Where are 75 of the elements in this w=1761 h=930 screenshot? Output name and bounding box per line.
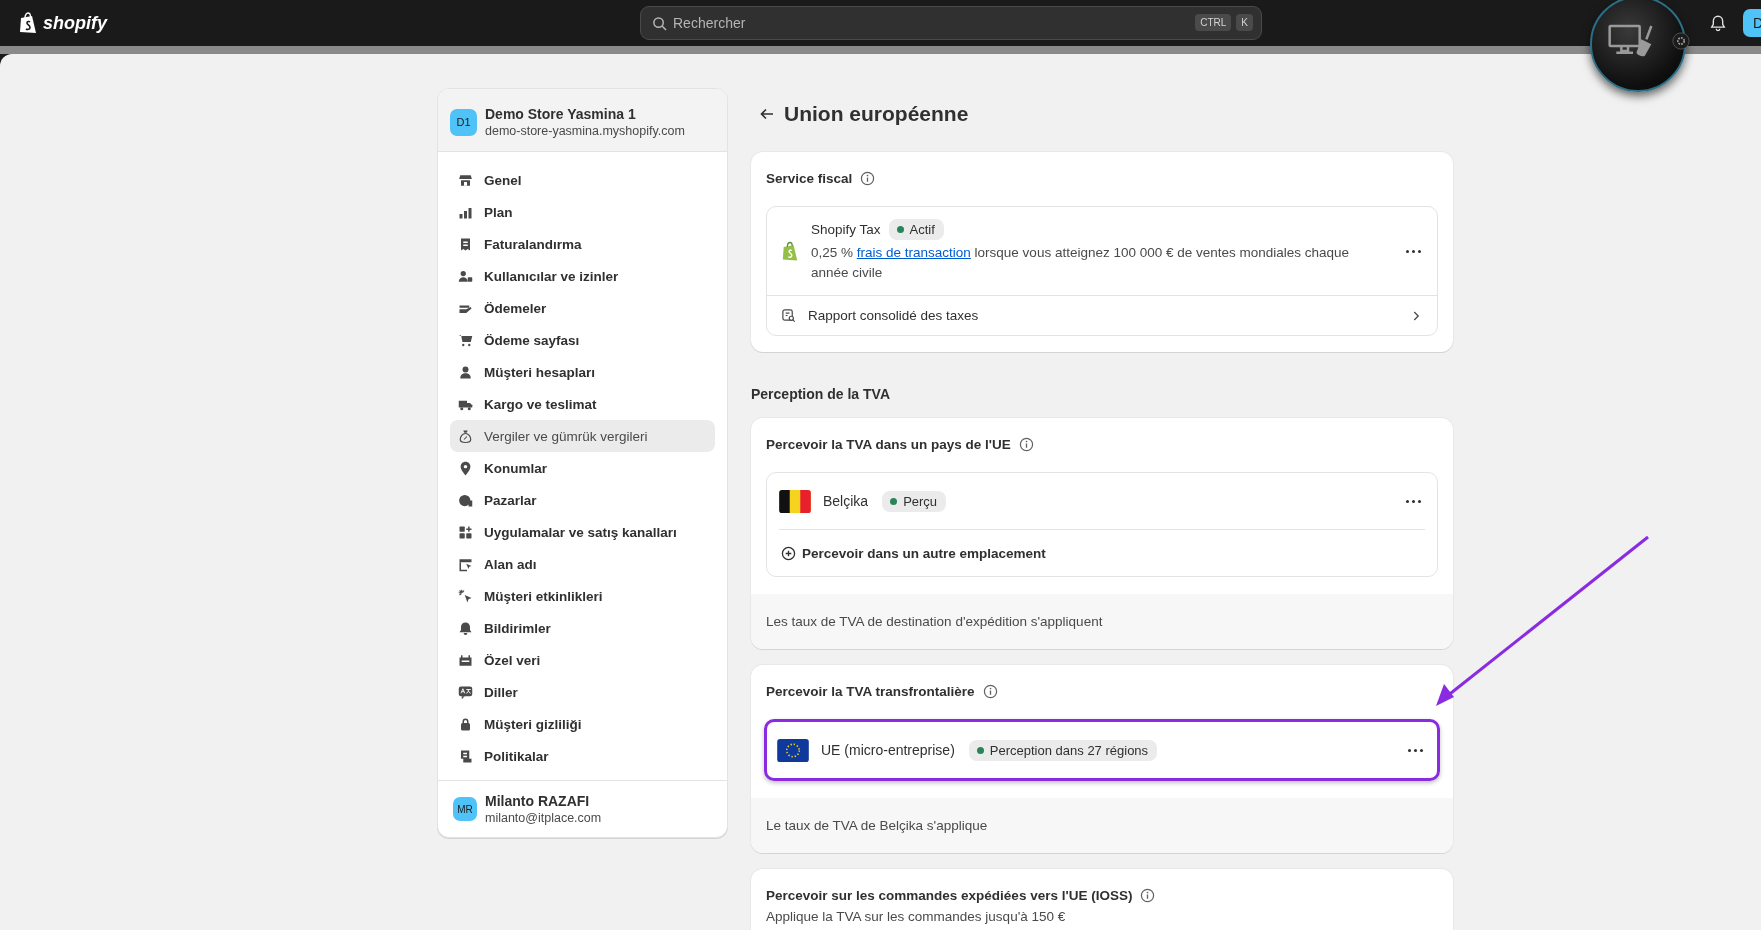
sidebar-item[interactable]: Genel — [450, 164, 715, 196]
info-icon[interactable] — [1018, 437, 1034, 452]
report-search-icon — [781, 308, 796, 323]
person-icon — [458, 364, 473, 380]
bell-icon[interactable] — [1709, 14, 1727, 32]
apps-icon — [458, 524, 473, 540]
sidebar-item[interactable]: Diller — [450, 676, 715, 708]
cursor-click-icon — [458, 588, 473, 604]
user-name[interactable]: Milanto RAZAFI — [485, 793, 602, 809]
card-title: Percevoir sur les commandes expédiées vers l'UE (IOSS) — [766, 888, 1133, 903]
region-name: UE (micro-entreprise) — [821, 742, 955, 758]
sidebar-item[interactable]: Özel veri — [450, 644, 715, 676]
fee-description: 0,25 % frais de transaction lorsque vous atteignez 100 000 € de ventes mondiales chaque année civile — [811, 244, 1351, 282]
add-location-button[interactable]: Percevoir dans un autre emplacement — [779, 529, 1425, 576]
shortcut-key: CTRL — [1195, 14, 1232, 31]
flag-icon — [777, 738, 809, 762]
sidebar-item[interactable]: Ödemeler — [450, 292, 715, 324]
cart-icon — [458, 332, 473, 348]
logo-wordmark[interactable]: shopify — [43, 12, 107, 34]
card-footer: Le taux de TVA de Belçika s'applique — [751, 798, 1453, 853]
browser-icon — [458, 556, 473, 572]
sidebar-item[interactable]: Uygulamalar ve satış kanalları — [450, 516, 715, 548]
sidebar-item[interactable]: Vergiler ve gümrük vergileri — [450, 420, 715, 452]
user-avatar: MR — [453, 797, 477, 821]
pin-icon — [458, 460, 473, 476]
user-email: milanto@itplace.com — [485, 811, 602, 825]
sidebar-item[interactable]: Plan — [450, 196, 715, 228]
shortcut-key: K — [1236, 14, 1253, 31]
sidebar-item[interactable]: Müşteri gizliliği — [450, 708, 715, 740]
sidebar-item[interactable]: Kullanıcılar ve izinler — [450, 260, 715, 292]
flag-icon — [779, 489, 811, 513]
sidebar-item[interactable]: Bildirimler — [450, 612, 715, 644]
section-heading: Perception de la TVA — [751, 386, 891, 402]
sidebar-item[interactable]: Müşteri hesapları — [450, 356, 715, 388]
data-icon — [458, 652, 473, 668]
status-badge: Perçu — [882, 490, 947, 512]
sidebar-item[interactable]: Alan adı — [450, 548, 715, 580]
shopping-bag-logo-icon — [18, 12, 38, 34]
tax-bag-icon — [458, 428, 473, 444]
report-row[interactable]: Rapport consolidé des taxes — [767, 296, 1437, 335]
card-footer: Les taux de TVA de destination d'expédition s'appliquent — [751, 594, 1453, 649]
sidebar-item[interactable]: Pazarlar — [450, 484, 715, 516]
region-name: Belçika — [823, 493, 869, 509]
gear-icon[interactable] — [1672, 32, 1690, 50]
store-avatar: D1 — [450, 108, 477, 136]
receipt-icon — [458, 236, 473, 252]
status-badge: Perception dans 27 régions — [968, 739, 1158, 761]
page-title: Union européenne — [784, 101, 969, 126]
sidebar-item[interactable]: Müşteri etkinlikleri — [450, 580, 715, 612]
info-icon[interactable] — [982, 684, 998, 699]
info-icon[interactable] — [860, 171, 876, 186]
transaction-fees-link[interactable]: frais de transaction — [856, 245, 971, 260]
users-icon — [458, 268, 473, 284]
info-icon[interactable] — [1140, 888, 1156, 903]
sidebar-item[interactable]: Konumlar — [450, 452, 715, 484]
bell-icon — [458, 620, 473, 636]
card-title: Service fiscal — [766, 171, 853, 186]
provider-name: Shopify Tax — [811, 222, 881, 237]
translate-icon — [458, 684, 473, 700]
card-title: Percevoir la TVA transfrontalière — [766, 684, 975, 699]
policy-icon — [458, 748, 473, 764]
card-title: Percevoir la TVA dans un pays de l'UE — [766, 437, 1011, 452]
store-icon — [458, 172, 473, 188]
plus-circle-icon — [781, 545, 796, 561]
sidebar-item[interactable]: Politikalar — [450, 740, 715, 772]
search-icon — [652, 16, 667, 31]
sidebar-item[interactable]: Ödeme sayfası — [450, 324, 715, 356]
store-domain: demo-store-yasmina.myshopify.com — [485, 124, 685, 138]
status-badge: Actif — [888, 219, 944, 240]
store-name[interactable]: Demo Store Yasmina 1 — [485, 106, 685, 122]
sidebar-item[interactable]: Faturalandırma — [450, 228, 715, 260]
lock-icon — [458, 716, 473, 732]
card-subtitle: Applique la TVA sur les commandes jusqu'à 150 € — [766, 909, 1067, 924]
shopping-bag-logo-icon — [781, 240, 799, 262]
sidebar-item[interactable]: Kargo ve teslimat — [450, 388, 715, 420]
